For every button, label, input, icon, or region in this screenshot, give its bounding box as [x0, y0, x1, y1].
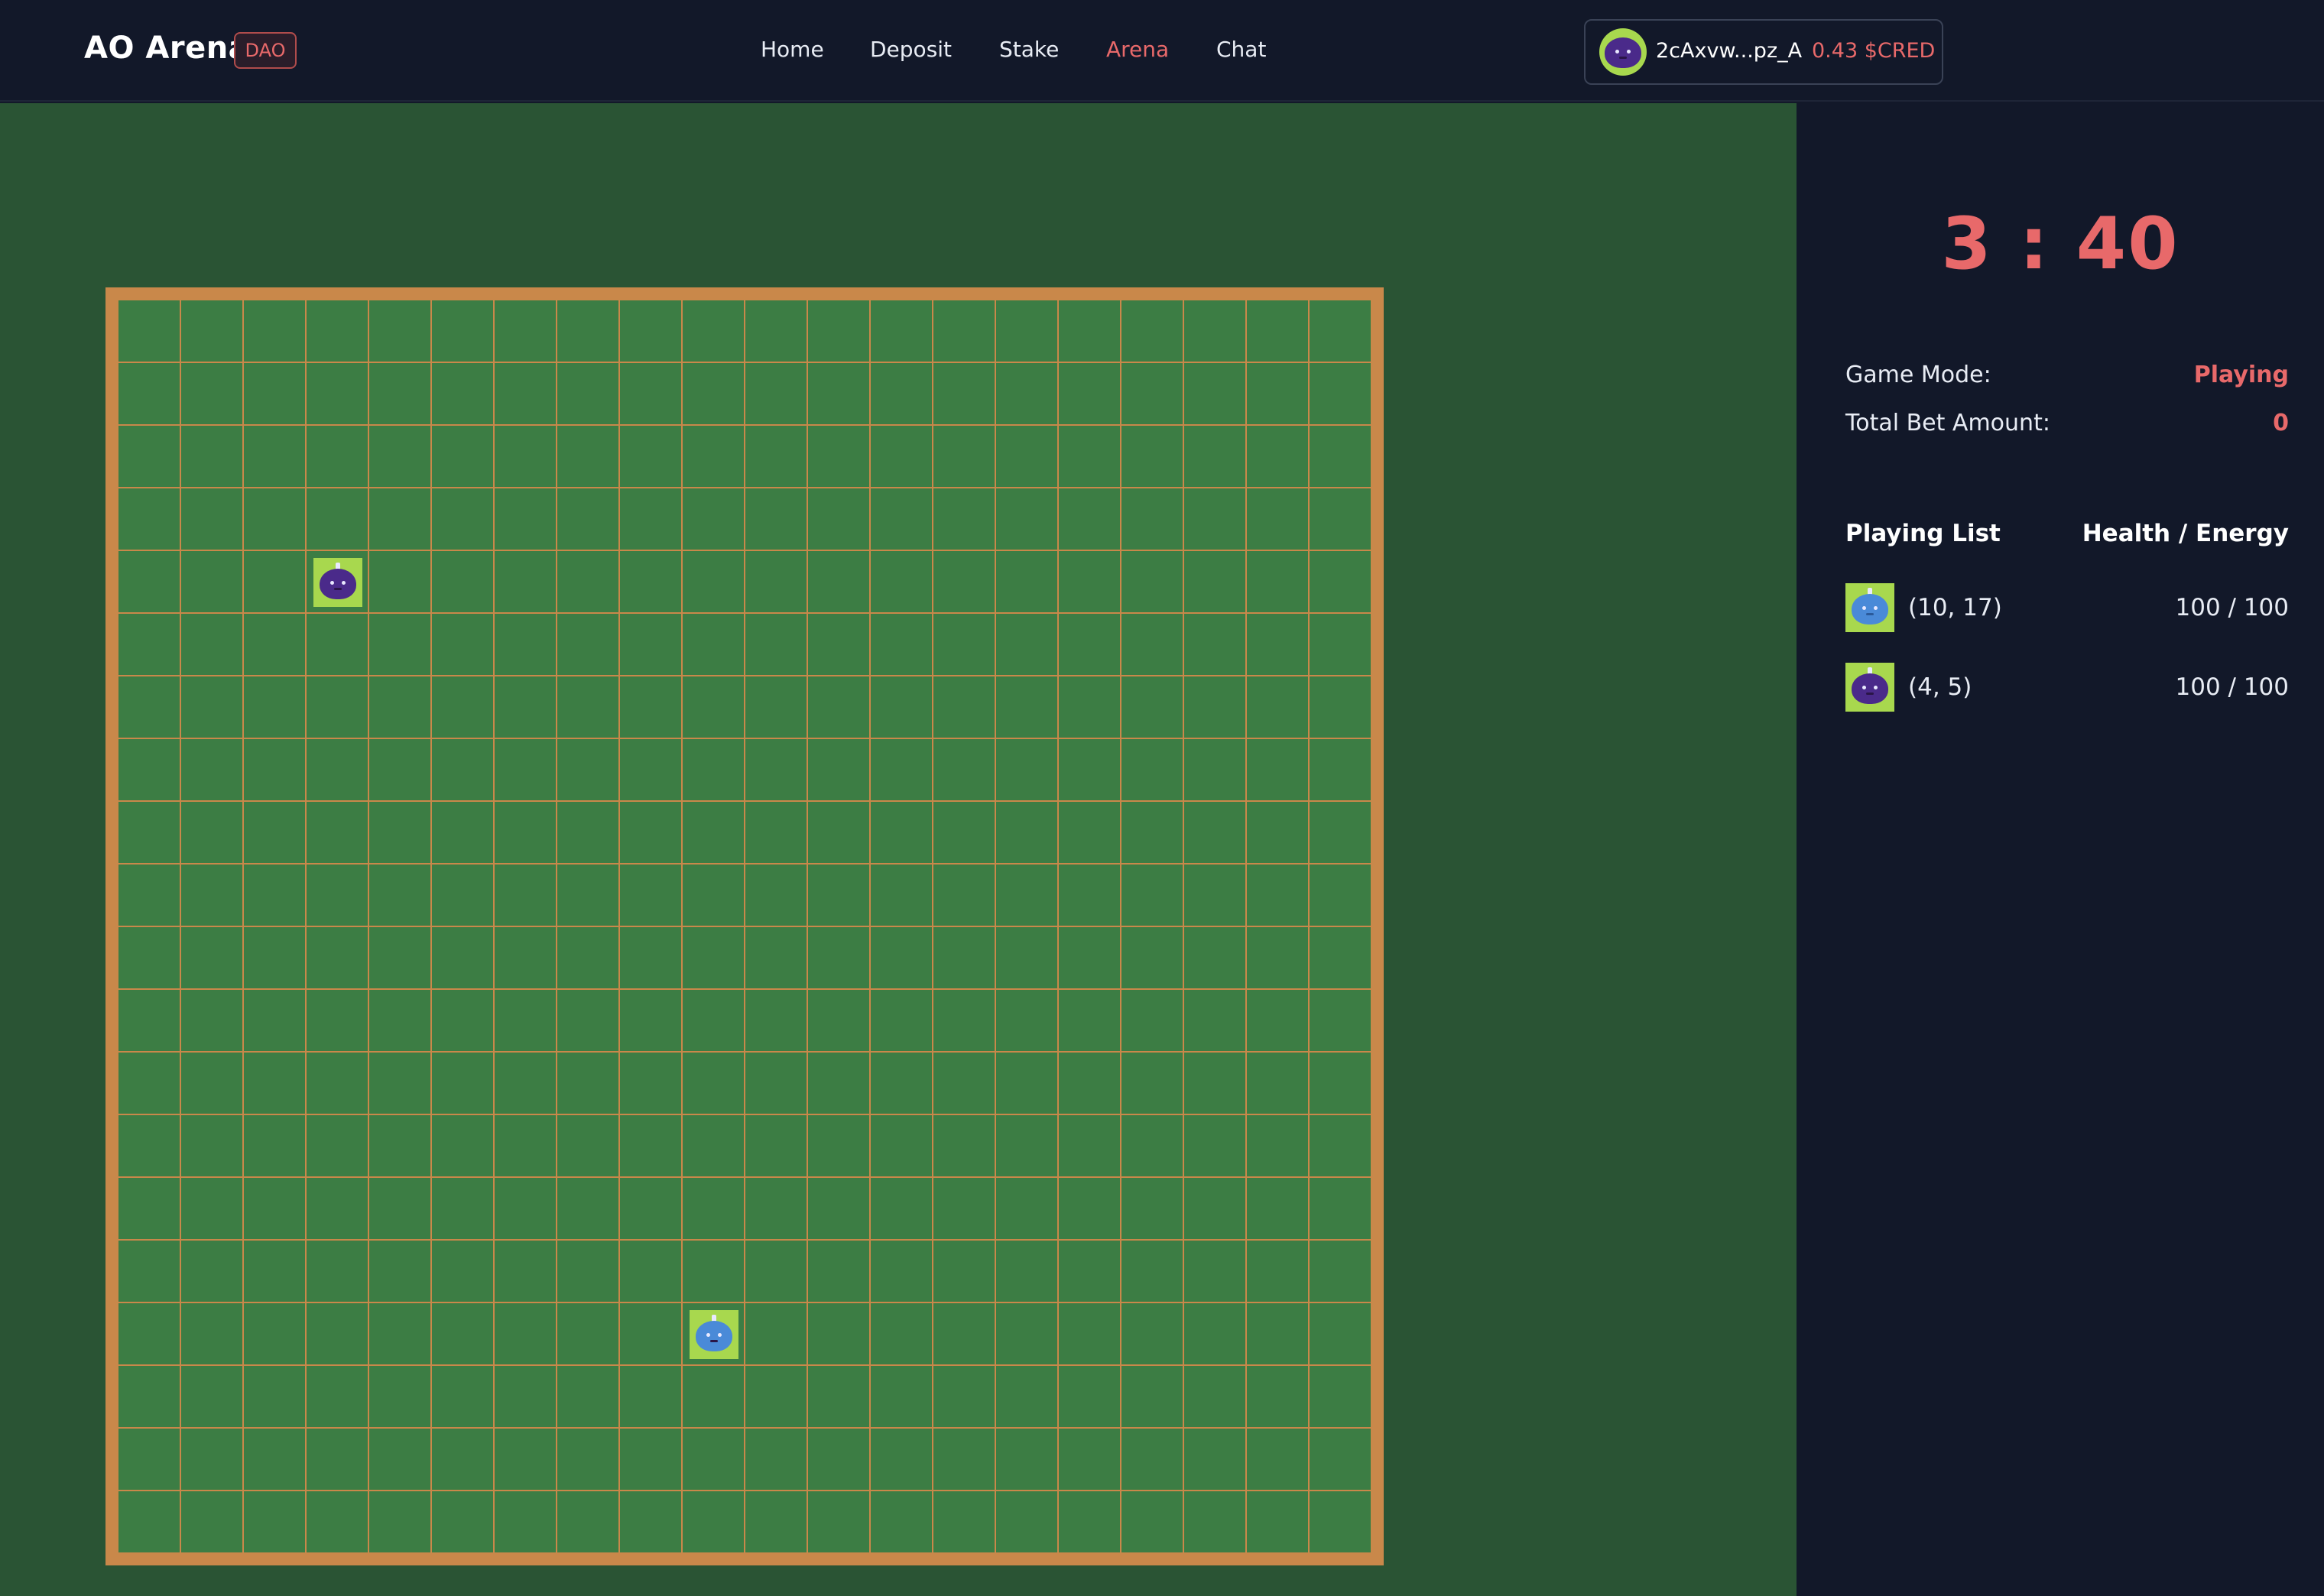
total-bet-value: 0	[2273, 410, 2289, 436]
nav-home[interactable]: Home	[761, 37, 824, 62]
blue-blob-icon	[696, 1321, 732, 1351]
game-mode-row: Game Mode: Playing	[1845, 362, 2289, 392]
wallet-button[interactable]: 2cAxvw...pz_A 0.43 $CRED	[1584, 19, 1943, 85]
game-mode-value: Playing	[2193, 362, 2289, 388]
purple-blob-icon	[1852, 673, 1888, 704]
nav-stake[interactable]: Stake	[999, 37, 1059, 62]
brand-logo[interactable]: AO Arena	[84, 31, 249, 66]
total-bet-label: Total Bet Amount:	[1845, 410, 2050, 436]
board-player-token[interactable]	[690, 1310, 738, 1359]
playing-list-header: Playing List Health / Energy	[1845, 520, 2289, 550]
player-position: (4, 5)	[1908, 673, 1972, 701]
nav-chat[interactable]: Chat	[1216, 37, 1266, 62]
nav-deposit[interactable]: Deposit	[870, 37, 952, 62]
game-board[interactable]	[118, 300, 1371, 1553]
player-health-energy: 100 / 100	[2175, 673, 2290, 701]
nav-arena[interactable]: Arena	[1106, 37, 1169, 62]
wallet-balance: 0.43 $CRED	[1812, 39, 1936, 63]
countdown-timer: 3 : 40	[1941, 203, 2180, 286]
player-avatar	[1845, 583, 1894, 632]
game-mode-label: Game Mode:	[1845, 362, 1991, 388]
wallet-address: 2cAxvw...pz_A	[1656, 39, 1803, 63]
player-position: (10, 17)	[1908, 594, 2002, 621]
top-navbar: AO Arena DAO Home Deposit Stake Arena Ch…	[0, 0, 2324, 102]
player-avatar	[1845, 663, 1894, 712]
game-sidebar: 3 : 40 Game Mode: Playing Total Bet Amou…	[1797, 103, 2324, 1596]
playing-list-title: Playing List	[1845, 520, 2001, 547]
wallet-avatar-icon	[1599, 28, 1647, 76]
purple-blob-icon	[320, 569, 356, 599]
player-row[interactable]: (4, 5) 100 / 100	[1845, 663, 2289, 713]
blue-blob-icon	[1852, 594, 1888, 624]
player-row[interactable]: (10, 17) 100 / 100	[1845, 583, 2289, 634]
purple-blob-icon	[1605, 37, 1641, 68]
board-player-token[interactable]	[313, 558, 362, 607]
player-health-energy: 100 / 100	[2175, 594, 2290, 621]
dao-badge: DAO	[234, 32, 297, 69]
total-bet-row: Total Bet Amount: 0	[1845, 410, 2289, 440]
health-energy-title: Health / Energy	[2082, 520, 2289, 547]
